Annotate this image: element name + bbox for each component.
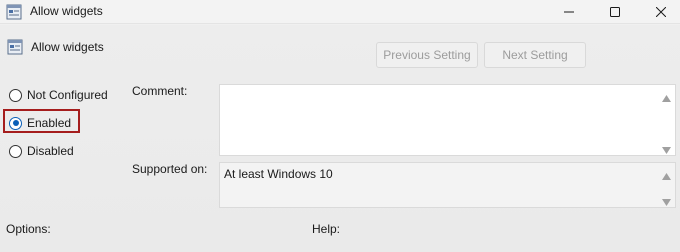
- maximize-button[interactable]: [592, 0, 638, 24]
- scroll-up-icon[interactable]: [662, 169, 671, 180]
- scroll-up-icon[interactable]: [662, 91, 671, 102]
- policy-title: Allow widgets: [31, 40, 104, 54]
- minimize-icon: [564, 7, 574, 17]
- help-section-label: Help:: [312, 222, 341, 236]
- previous-setting-button[interactable]: Previous Setting: [376, 42, 478, 68]
- policy-setting-icon: [7, 39, 23, 55]
- options-section-label: Options:: [6, 222, 51, 236]
- window-title: Allow widgets: [30, 4, 103, 18]
- close-button[interactable]: [638, 0, 680, 24]
- scroll-down-icon[interactable]: [662, 195, 671, 206]
- radio-button[interactable]: [9, 88, 22, 102]
- radio-label: Enabled: [27, 116, 72, 130]
- radio-enabled[interactable]: Enabled: [9, 116, 71, 130]
- policy-editor-window: Allow widgets Allow widgets Previous Set…: [0, 0, 680, 252]
- comment-field[interactable]: [219, 84, 676, 156]
- radio-button[interactable]: [9, 144, 22, 158]
- comment-label: Comment:: [132, 84, 188, 98]
- title-bar[interactable]: Allow widgets: [0, 0, 680, 24]
- minimize-button[interactable]: [546, 0, 592, 24]
- radio-label: Disabled: [27, 144, 74, 158]
- next-setting-button[interactable]: Next Setting: [484, 42, 586, 68]
- supported-on-field: At least Windows 10: [219, 162, 676, 208]
- radio-disabled[interactable]: Disabled: [9, 144, 74, 158]
- maximize-icon: [610, 7, 620, 17]
- radio-label: Not Configured: [27, 88, 108, 102]
- scroll-down-icon[interactable]: [662, 143, 671, 154]
- policy-content: Allow widgets Previous Setting Next Sett…: [0, 25, 680, 252]
- supported-on-label: Supported on:: [132, 162, 208, 176]
- radio-button[interactable]: [9, 116, 22, 130]
- supported-on-value: At least Windows 10: [224, 167, 333, 181]
- radio-not-configured[interactable]: Not Configured: [9, 88, 108, 102]
- close-icon: [656, 7, 666, 17]
- policy-setting-icon: [6, 4, 22, 20]
